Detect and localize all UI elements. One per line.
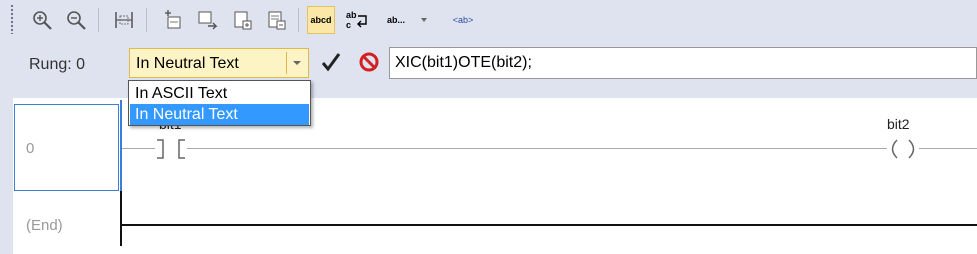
xic-contact-icon[interactable] <box>155 138 187 165</box>
svg-text:abcd: abcd <box>310 15 331 25</box>
ladder-toolbar: abcd ab c ab... <ab> <box>0 0 977 41</box>
svg-text:<ab>: <ab> <box>453 15 474 25</box>
left-power-rail <box>120 100 122 191</box>
text-mode-icon[interactable]: abcd <box>307 6 335 34</box>
rung-wire <box>919 148 977 149</box>
toolbar-grip[interactable] <box>10 4 14 34</box>
rung-wire <box>122 148 155 149</box>
rung-wire <box>187 148 887 149</box>
zoom-in-icon[interactable] <box>28 6 56 34</box>
tag-description-icon[interactable]: <ab> <box>447 6 479 34</box>
ote-coil-icon[interactable] <box>885 138 921 165</box>
add-branch-icon[interactable] <box>228 6 256 34</box>
zoom-out-icon[interactable] <box>62 6 90 34</box>
cancel-icon[interactable] <box>357 50 381 74</box>
display-options-icon[interactable]: ab... <box>382 6 434 34</box>
rung-number: 0 <box>26 140 35 157</box>
rung-number-label: Rung: 0 <box>29 56 86 73</box>
add-instruction-icon[interactable] <box>262 6 290 34</box>
rung-frame-icon[interactable] <box>110 6 138 34</box>
svg-text:c: c <box>346 20 351 30</box>
text-format-dropdown-list: In ASCII Text In Neutral Text <box>128 80 311 126</box>
toolbar-separator <box>98 8 99 32</box>
add-rung-above-icon[interactable] <box>159 6 187 34</box>
rung-text-input[interactable]: XIC(bit1)OTE(bit2); <box>389 47 977 79</box>
replace-icon[interactable]: ab c <box>343 6 371 34</box>
end-rung-label: (End) <box>26 217 63 234</box>
format-option-neutral[interactable]: In Neutral Text <box>130 104 309 125</box>
end-rung-line <box>120 224 977 226</box>
chevron-down-icon[interactable] <box>286 52 306 74</box>
text-format-value: In Neutral Text <box>136 55 239 72</box>
toolbar-separator <box>298 8 299 32</box>
add-rung-below-icon[interactable] <box>193 6 221 34</box>
ote-tag-label[interactable]: bit2 <box>887 116 910 132</box>
accept-checkmark-icon[interactable] <box>319 50 343 74</box>
toolbar-separator <box>146 8 147 32</box>
format-option-ascii[interactable]: In ASCII Text <box>130 83 309 104</box>
left-power-rail <box>120 191 122 246</box>
text-format-select[interactable]: In Neutral Text <box>129 48 309 78</box>
svg-text:ab...: ab... <box>387 15 405 25</box>
editor-gutter <box>0 98 13 254</box>
svg-text:ab: ab <box>346 10 357 20</box>
